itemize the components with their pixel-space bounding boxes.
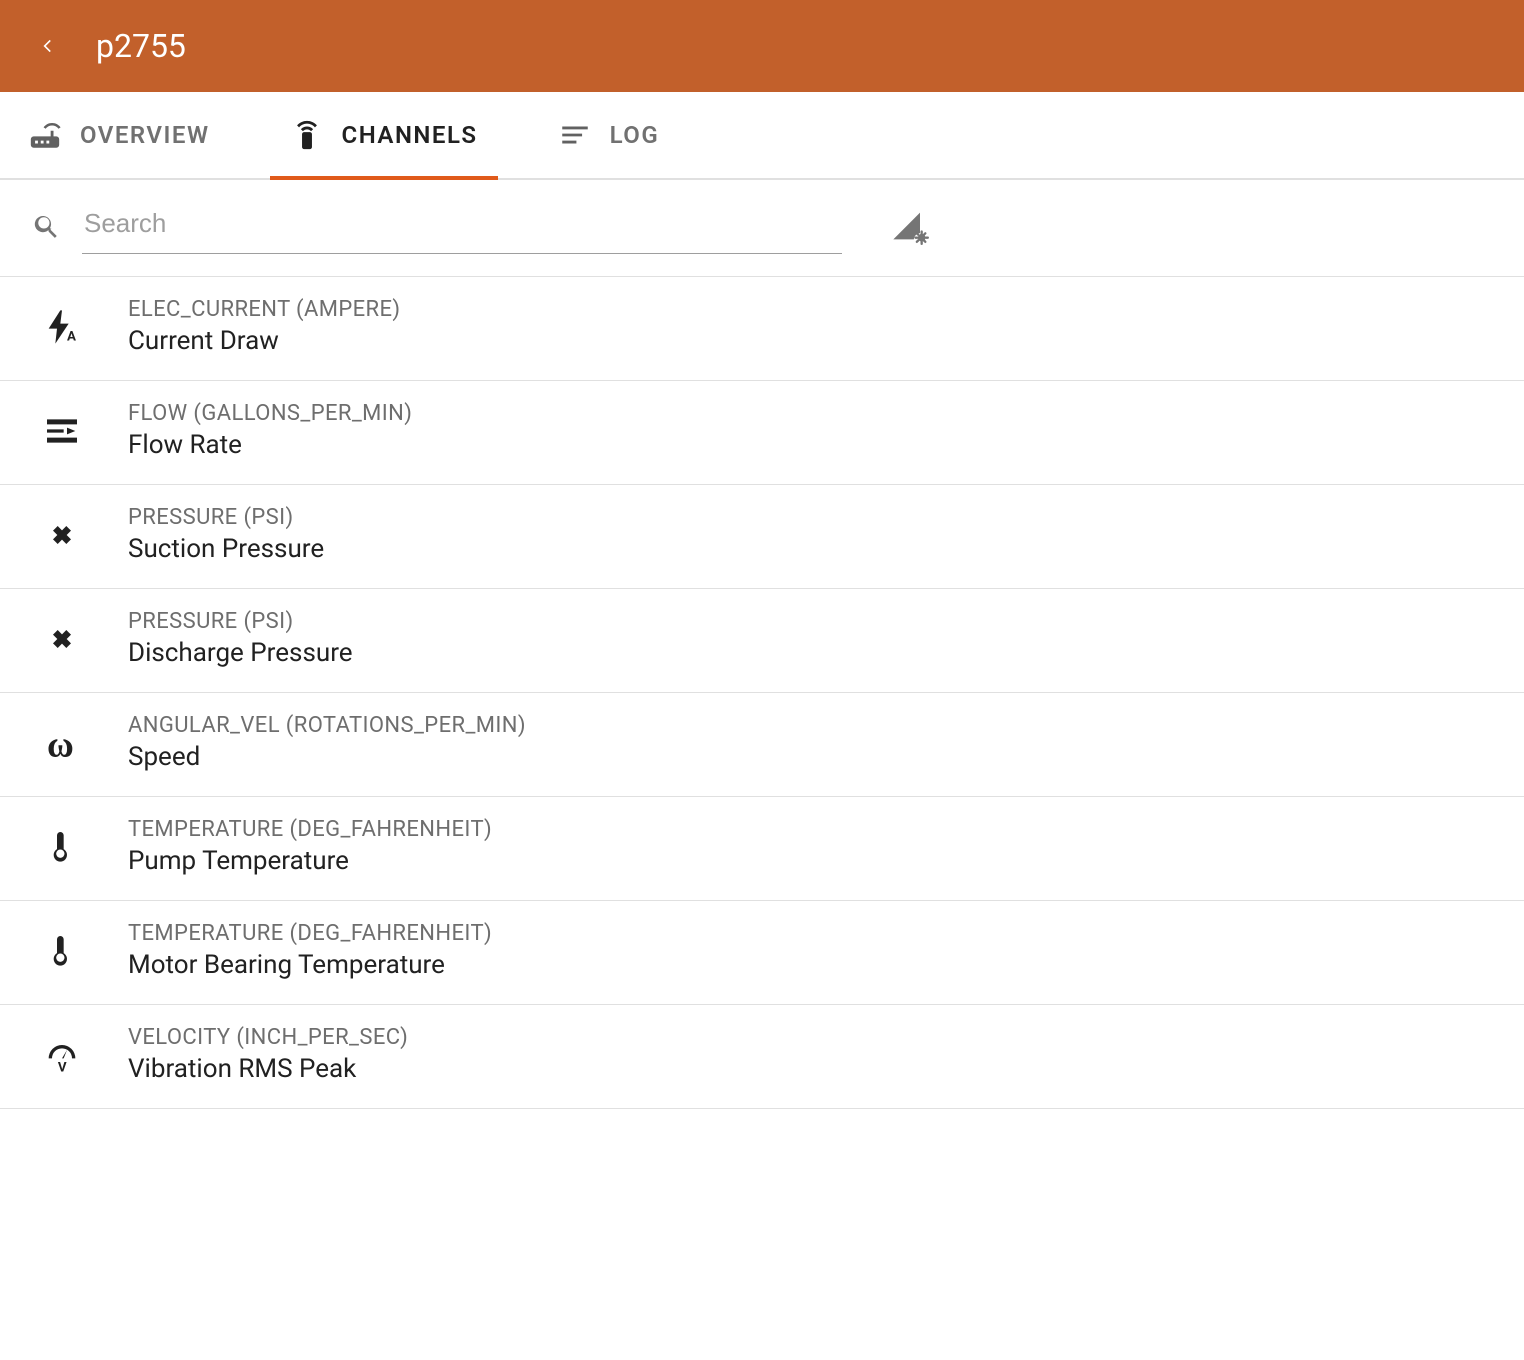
tab-log[interactable]: LOG	[538, 92, 680, 178]
search-input[interactable]	[82, 198, 842, 254]
back-button[interactable]	[24, 22, 72, 70]
app-bar: p2755	[0, 0, 1524, 92]
notes-icon	[558, 118, 592, 152]
channel-row[interactable]: PRESSURE (PSI) Discharge Pressure	[0, 589, 1524, 693]
tab-label: LOG	[610, 121, 660, 149]
tab-overview[interactable]: OVERVIEW	[8, 92, 230, 178]
router-icon	[28, 118, 62, 152]
channel-meta: PRESSURE (PSI)	[128, 505, 324, 530]
channel-row[interactable]: PRESSURE (PSI) Suction Pressure	[0, 485, 1524, 589]
thermometer-icon	[40, 929, 84, 973]
channel-meta: ANGULAR_VEL (ROTATIONS_PER_MIN)	[128, 713, 526, 738]
channel-row[interactable]: VELOCITY (INCH_PER_SEC) Vibration RMS Pea…	[0, 1005, 1524, 1109]
channel-name: Suction Pressure	[128, 534, 324, 564]
tab-label: OVERVIEW	[80, 121, 210, 149]
channel-name: Speed	[128, 742, 526, 772]
page-title: p2755	[96, 27, 186, 65]
signal-gear-icon	[890, 206, 930, 246]
channel-list: ELEC_CURRENT (AMPERE) Current Draw FLOW (G…	[0, 276, 1524, 1109]
channel-row[interactable]: ANGULAR_VEL (ROTATIONS_PER_MIN) Speed	[0, 693, 1524, 797]
search-row	[0, 180, 1524, 276]
velocity-icon	[40, 1033, 84, 1077]
channel-name: Flow Rate	[128, 430, 412, 460]
channel-name: Current Draw	[128, 326, 400, 356]
tabs: OVERVIEW CHANNELS LOG	[0, 92, 1524, 180]
channel-row[interactable]: ELEC_CURRENT (AMPERE) Current Draw	[0, 277, 1524, 381]
bolt-a-icon	[40, 305, 84, 349]
channel-meta: TEMPERATURE (DEG_FAHRENHEIT)	[128, 817, 492, 842]
channel-meta: TEMPERATURE (DEG_FAHRENHEIT)	[128, 921, 492, 946]
tab-label: CHANNELS	[342, 121, 478, 149]
signal-settings-button[interactable]	[890, 206, 930, 246]
thermometer-icon	[40, 825, 84, 869]
channel-meta: VELOCITY (INCH_PER_SEC)	[128, 1025, 408, 1050]
search-icon	[32, 211, 62, 241]
chevron-left-icon	[38, 36, 58, 56]
channel-meta: FLOW (GALLONS_PER_MIN)	[128, 401, 412, 426]
channel-name: Pump Temperature	[128, 846, 492, 876]
pressure-icon	[40, 513, 84, 557]
channel-row[interactable]: TEMPERATURE (DEG_FAHRENHEIT) Motor Bearin…	[0, 901, 1524, 1005]
channel-meta: PRESSURE (PSI)	[128, 609, 353, 634]
channel-name: Discharge Pressure	[128, 638, 353, 668]
channel-meta: ELEC_CURRENT (AMPERE)	[128, 297, 400, 322]
tab-channels[interactable]: CHANNELS	[270, 92, 498, 178]
channel-row[interactable]: FLOW (GALLONS_PER_MIN) Flow Rate	[0, 381, 1524, 485]
channel-name: Motor Bearing Temperature	[128, 950, 492, 980]
channel-row[interactable]: TEMPERATURE (DEG_FAHRENHEIT) Pump Tempera…	[0, 797, 1524, 901]
pressure-icon	[40, 617, 84, 661]
channel-name: Vibration RMS Peak	[128, 1054, 408, 1084]
omega-icon	[40, 721, 84, 765]
flow-icon	[40, 409, 84, 453]
remote-icon	[290, 118, 324, 152]
